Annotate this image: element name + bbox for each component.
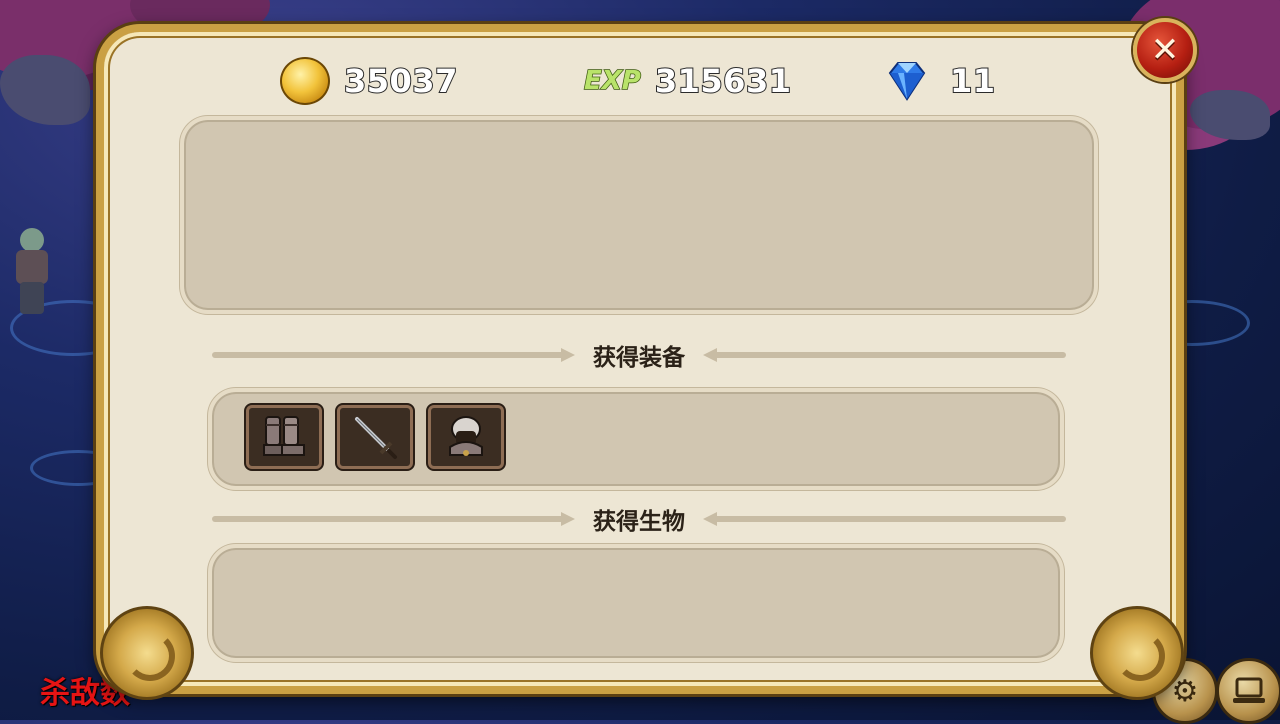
- equipment-items: [246, 405, 504, 469]
- gold-stat: 35037: [280, 56, 458, 106]
- gold-coin-icon: [280, 57, 330, 105]
- zombie-torso: [16, 250, 48, 284]
- divider-line: [703, 348, 1066, 362]
- zombie-legs: [20, 282, 44, 314]
- laptop-button[interactable]: [1216, 658, 1280, 724]
- divider-line: [212, 348, 575, 362]
- reward-summary-area: [180, 116, 1098, 314]
- zombie-head: [20, 228, 44, 252]
- equipment-item-boots[interactable]: [246, 405, 322, 469]
- gold-value: 35037: [343, 61, 458, 101]
- exp-value: 315631: [654, 61, 792, 101]
- creature-section-header: 获得生物: [212, 504, 1066, 535]
- equipment-item-sword[interactable]: [337, 405, 413, 469]
- exp-stat: EXP 315631: [583, 56, 792, 106]
- corner-ornament: [100, 606, 194, 700]
- diamond-icon: [888, 62, 926, 101]
- creature-section-title: 获得生物: [593, 509, 685, 535]
- gem-stat: 11: [884, 56, 996, 106]
- corner-ornament: [1090, 606, 1184, 700]
- gem-value: 11: [949, 61, 996, 101]
- equipment-section-header: 获得装备: [212, 340, 1066, 371]
- divider-line: [703, 512, 1066, 526]
- exp-icon: EXP: [583, 65, 641, 97]
- equipment-item-helmet[interactable]: [428, 405, 504, 469]
- equipment-section-title: 获得装备: [593, 345, 685, 371]
- laptop-icon: [1233, 677, 1265, 703]
- creature-list: [208, 544, 1064, 662]
- helmet-icon: [449, 416, 483, 456]
- zombie-enemy: [6, 228, 58, 316]
- sword-icon: [355, 417, 397, 459]
- boots-icon: [263, 416, 305, 456]
- resource-bar: 35037 EXP 315631 11: [0, 56, 1280, 106]
- divider-line: [212, 512, 575, 526]
